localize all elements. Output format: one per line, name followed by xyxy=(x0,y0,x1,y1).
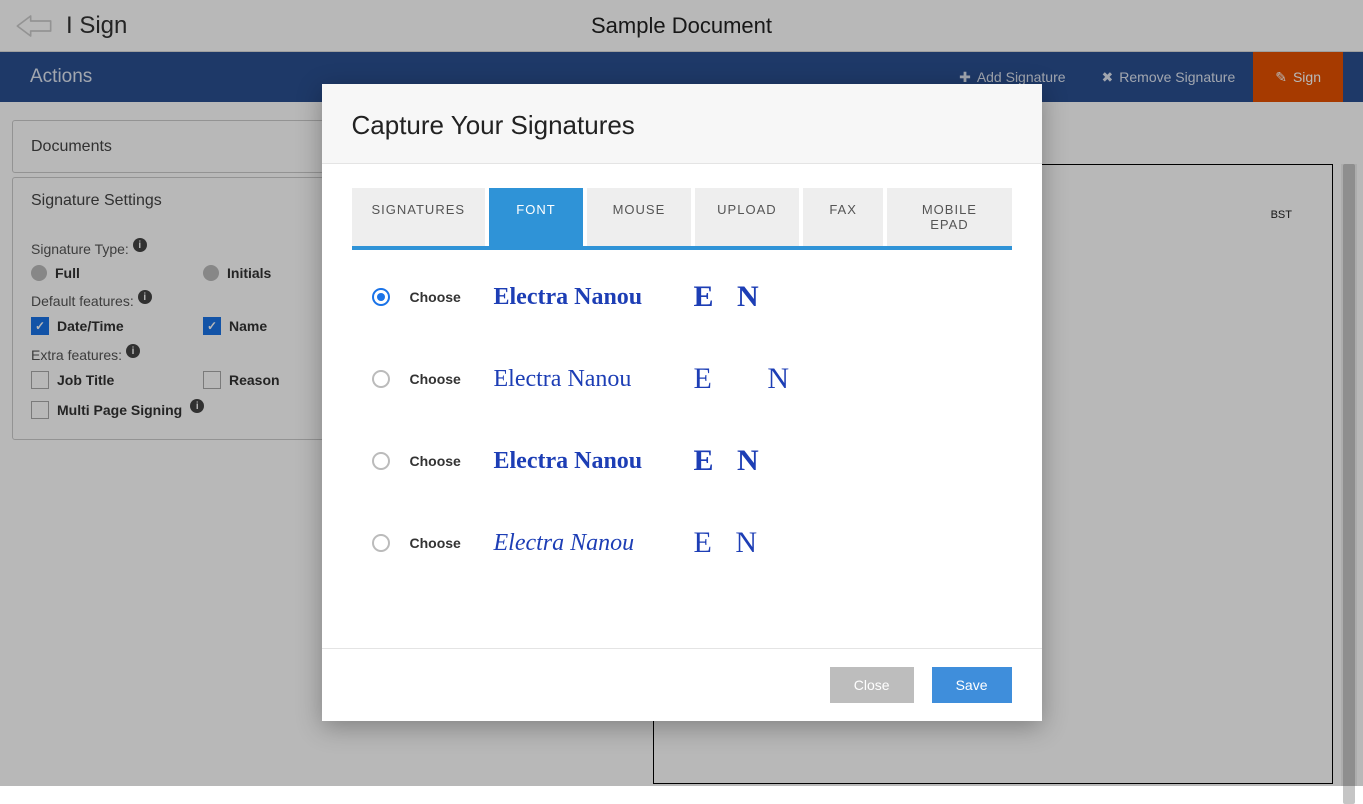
choose-label: Choose xyxy=(410,453,474,469)
radio-select-icon[interactable] xyxy=(372,534,390,552)
radio-select-icon[interactable] xyxy=(372,288,390,306)
radio-select-icon[interactable] xyxy=(372,370,390,388)
choose-label: Choose xyxy=(410,371,474,387)
font-option-3[interactable]: Choose Electra Nanou E N xyxy=(372,444,992,478)
choose-label: Choose xyxy=(410,289,474,305)
modal-footer: Close Save xyxy=(322,648,1042,721)
tab-mobile-epad[interactable]: MOBILE EPAD xyxy=(887,188,1011,246)
modal-tabbar: SIGNATURES FONT MOUSE UPLOAD FAX MOBILE … xyxy=(352,188,1012,250)
signature-name-sample: Electra Nanou xyxy=(494,448,664,475)
signature-initials-sample: E N xyxy=(694,526,766,560)
tab-fax[interactable]: FAX xyxy=(803,188,883,246)
modal-header: Capture Your Signatures xyxy=(322,84,1042,164)
modal-title: Capture Your Signatures xyxy=(352,110,1012,141)
signature-name-sample: Electra Nanou xyxy=(494,530,664,557)
font-option-4[interactable]: Choose Electra Nanou E N xyxy=(372,526,992,560)
choose-label: Choose xyxy=(410,535,474,551)
tab-upload[interactable]: UPLOAD xyxy=(695,188,799,246)
tab-mouse[interactable]: MOUSE xyxy=(587,188,691,246)
save-button[interactable]: Save xyxy=(932,667,1012,703)
font-option-2[interactable]: Choose Electra Nanou E N xyxy=(372,362,992,396)
tab-signatures[interactable]: SIGNATURES xyxy=(352,188,486,246)
font-option-1[interactable]: Choose Electra Nanou E N xyxy=(372,280,992,314)
signature-name-sample: Electra Nanou xyxy=(494,366,664,393)
capture-signatures-modal: Capture Your Signatures SIGNATURES FONT … xyxy=(322,84,1042,721)
radio-select-icon[interactable] xyxy=(372,452,390,470)
signature-initials-sample: E N xyxy=(694,444,767,478)
signature-initials-sample: E N xyxy=(694,280,767,314)
signature-initials-sample: E N xyxy=(694,362,814,396)
font-options-list: Choose Electra Nanou E N Choose Electra … xyxy=(352,250,1012,618)
close-button[interactable]: Close xyxy=(830,667,914,703)
signature-name-sample: Electra Nanou xyxy=(494,284,664,311)
tab-font[interactable]: FONT xyxy=(489,188,583,246)
